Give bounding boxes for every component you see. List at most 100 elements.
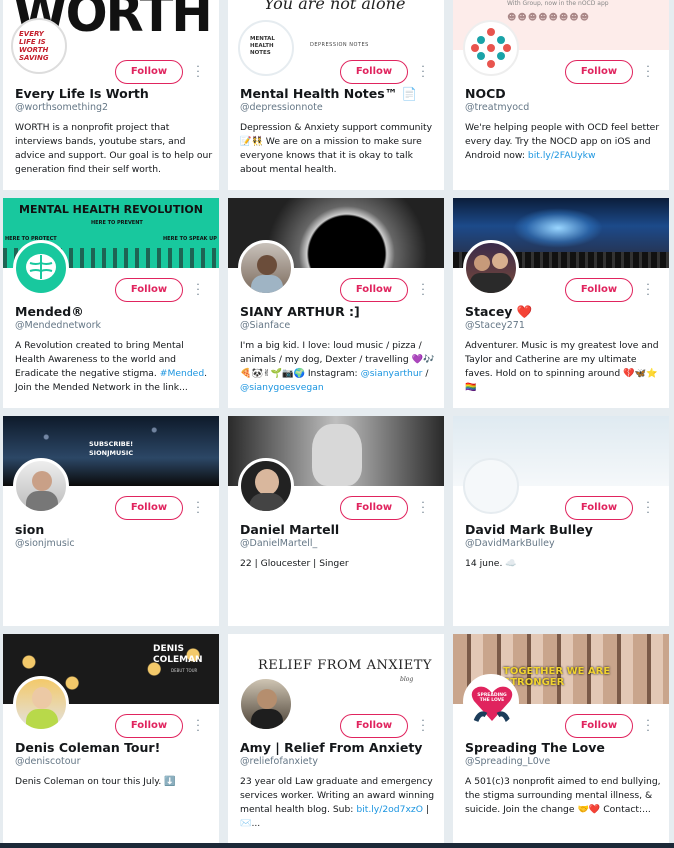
avatar[interactable]	[463, 240, 519, 296]
banner-text: RELIEF FROM ANXIETY	[258, 658, 432, 673]
display-name[interactable]: David Mark Bulley	[465, 522, 661, 537]
user-card[interactable]: Follow · · · Stacey ❤️ @Stacey271 Adventur…	[453, 198, 669, 408]
person-face	[312, 424, 362, 486]
person-silhouette	[249, 493, 285, 511]
display-name[interactable]: Mental Health Notes™ 📄	[240, 86, 436, 102]
avatar[interactable]	[13, 240, 69, 296]
bio-link[interactable]: bit.ly/2od7xzO	[356, 804, 423, 815]
banner-text: DENIS COLEMAN	[153, 644, 203, 665]
avatar[interactable]: SPREADING THE LOVE	[463, 674, 519, 730]
user-bio: Depression & Anxiety support community📝👯…	[240, 122, 433, 175]
user-card[interactable]: With Group, now in the nOCD app ☻☻☻☻☻☻☻☻…	[453, 0, 669, 190]
banner-subtext: HERE TO SPEAK UP	[163, 236, 217, 242]
mention-link[interactable]: @sianyarthur	[361, 368, 423, 379]
user-handle[interactable]: @Stacey271	[465, 320, 661, 331]
follow-button[interactable]: Follow	[340, 496, 408, 520]
user-bio: I'm a big kid. I love: loud music / pizz…	[240, 339, 438, 395]
follow-button[interactable]: Follow	[115, 714, 183, 738]
more-options-icon[interactable]: · · ·	[645, 497, 651, 518]
person-silhouette	[257, 689, 277, 709]
display-name[interactable]: Amy | Relief From Anxiety	[240, 740, 436, 755]
user-card[interactable]: Follow · · · Daniel Martell @DanielMartell…	[228, 416, 444, 626]
avatar[interactable]: EVERY LIFE IS WORTH SAVING	[11, 18, 67, 74]
mention-link[interactable]: @sianygoesvegan	[240, 382, 324, 393]
display-name[interactable]: Spreading The Love	[465, 740, 661, 755]
user-bio: WORTH is a nonprofit project that interv…	[15, 122, 213, 175]
user-handle[interactable]: @Spreading_L0ve	[465, 756, 661, 767]
more-options-icon[interactable]: · · ·	[195, 497, 201, 518]
avatar[interactable]	[238, 676, 294, 732]
user-handle[interactable]: @DanielMartell_	[240, 538, 436, 549]
user-bio: 23 year old Law graduate and emergency s…	[240, 775, 438, 831]
user-handle[interactable]: @DavidMarkBulley	[465, 538, 661, 549]
more-options-icon[interactable]: · · ·	[420, 497, 426, 518]
person-silhouette	[474, 255, 490, 271]
user-card[interactable]: MENTAL HEALTH REVOLUTION HERE TO PREVENT…	[3, 198, 219, 408]
bio-text: A Revolution created to bring Mental Hea…	[15, 340, 184, 379]
user-handle[interactable]: @worthsomething2	[15, 102, 211, 113]
follow-button[interactable]: Follow	[115, 496, 183, 520]
hashtag-link[interactable]: #Mended	[160, 368, 204, 379]
follow-button[interactable]: Follow	[115, 60, 183, 84]
banner-subtext: DEPRESSION NOTES	[310, 42, 369, 48]
user-card[interactable]: WORTH EVERY LIFE IS WORTH SAVING Follow …	[3, 0, 219, 190]
bio-link[interactable]: bit.ly/2FAUykw	[528, 150, 596, 161]
avatar[interactable]	[13, 676, 69, 732]
more-options-icon[interactable]: · · ·	[645, 61, 651, 82]
display-name[interactable]: Mended®	[15, 304, 211, 319]
more-options-icon[interactable]: · · ·	[420, 279, 426, 300]
person-silhouette	[470, 273, 512, 293]
person-silhouette	[251, 275, 283, 293]
user-handle[interactable]: @deniscotour	[15, 756, 211, 767]
user-handle[interactable]: @Sianface	[240, 320, 436, 331]
more-options-icon[interactable]: · · ·	[645, 715, 651, 736]
follow-button[interactable]: Follow	[565, 714, 633, 738]
user-card[interactable]: Follow · · · David Mark Bulley @DavidMarkB…	[453, 416, 669, 626]
follow-button[interactable]: Follow	[115, 278, 183, 302]
display-name[interactable]: SIANY ARTHUR :]	[240, 304, 436, 319]
more-options-icon[interactable]: · · ·	[195, 715, 201, 736]
more-options-icon[interactable]: · · ·	[420, 715, 426, 736]
avatar[interactable]	[463, 458, 519, 514]
person-silhouette	[32, 471, 52, 491]
follow-button[interactable]: Follow	[565, 496, 633, 520]
user-card[interactable]: Follow · · · SIANY ARTHUR :] @Sianface I'm…	[228, 198, 444, 408]
user-handle[interactable]: @Mendednetwork	[15, 320, 211, 331]
follow-button[interactable]: Follow	[340, 278, 408, 302]
heart-logo-icon	[471, 686, 513, 723]
more-options-icon[interactable]: · · ·	[645, 279, 651, 300]
avatar[interactable]	[463, 20, 519, 76]
display-name[interactable]: Every Life Is Worth	[15, 86, 211, 101]
user-handle[interactable]: @depressionnote	[240, 102, 436, 113]
user-bio: A Revolution created to bring Mental Hea…	[15, 339, 213, 395]
avatar-logo-text: EVERY LIFE IS WORTH SAVING	[19, 30, 49, 62]
more-options-icon[interactable]: · · ·	[420, 61, 426, 82]
follow-button[interactable]: Follow	[340, 60, 408, 84]
user-bio: 22 | Gloucester | Singer	[240, 558, 349, 569]
avatar[interactable]	[238, 240, 294, 296]
display-name[interactable]: NOCD	[465, 86, 661, 101]
more-options-icon[interactable]: · · ·	[195, 279, 201, 300]
user-handle[interactable]: @treatmyocd	[465, 102, 661, 113]
display-name[interactable]: Denis Coleman Tour!	[15, 740, 211, 755]
display-name[interactable]: Daniel Martell	[240, 522, 436, 537]
user-bio: Denis Coleman on tour this July. ⬇️	[15, 776, 176, 787]
user-card[interactable]: RELIEF FROM ANXIETY blog Follow · · · Amy …	[228, 634, 444, 844]
user-card[interactable]: You are not alone DEPRESSION NOTES MENTA…	[228, 0, 444, 190]
user-card[interactable]: TOGETHER WE ARE STRONGER SPREADING THE L…	[453, 634, 669, 844]
user-card[interactable]: DENIS COLEMAN DEBUT TOUR Follow · · · Deni…	[3, 634, 219, 844]
display-name[interactable]: sion	[15, 522, 211, 537]
follow-button[interactable]: Follow	[340, 714, 408, 738]
follow-button[interactable]: Follow	[565, 60, 633, 84]
avatar[interactable]	[13, 458, 69, 514]
user-handle[interactable]: @sionjmusic	[15, 538, 211, 549]
user-handle[interactable]: @reliefofanxiety	[240, 756, 436, 767]
avatar[interactable]	[238, 458, 294, 514]
user-card[interactable]: SUBSCRIBE! SIONJMUSIC Follow · · · sion @s…	[3, 416, 219, 626]
follow-button[interactable]: Follow	[565, 278, 633, 302]
avatar[interactable]: MENTAL HEALTH NOTES	[238, 20, 294, 76]
user-bio: A 501(c)3 nonprofit aimed to end bullyin…	[465, 776, 661, 815]
banner-script-text: You are not alone	[264, 0, 406, 13]
display-name[interactable]: Stacey ❤️	[465, 304, 661, 320]
more-options-icon[interactable]: · · ·	[195, 61, 201, 82]
